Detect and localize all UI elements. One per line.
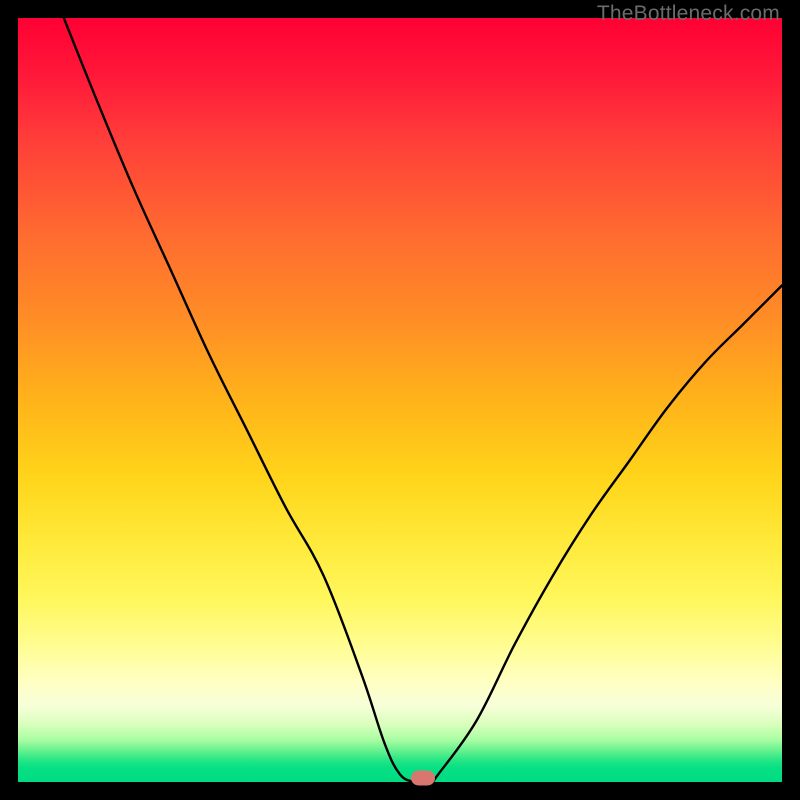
watermark-text: TheBottleneck.com	[597, 2, 780, 26]
chart-plot-area	[18, 18, 782, 782]
optimal-point-marker	[411, 771, 435, 786]
bottleneck-curve	[18, 18, 782, 782]
chart-frame: TheBottleneck.com	[0, 0, 800, 800]
